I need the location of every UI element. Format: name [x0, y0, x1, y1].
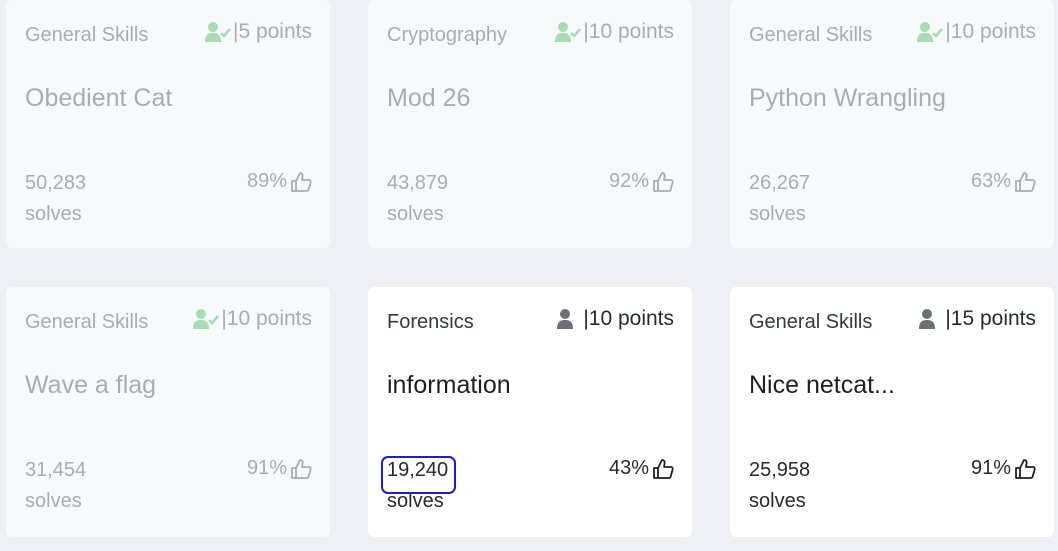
challenge-points: |10 points — [555, 20, 674, 44]
rating: 91% — [247, 457, 312, 480]
solves-label: solves — [387, 203, 444, 225]
challenge-points: |10 points — [193, 307, 312, 331]
challenge-card-information[interactable]: Forensics |10 points information 19,240 … — [368, 287, 692, 537]
challenge-title[interactable]: Python Wrangling — [749, 84, 946, 113]
points-label: |10 points — [945, 20, 1036, 43]
challenge-points: |10 points — [917, 20, 1036, 44]
user-check-icon — [555, 22, 582, 42]
solves-label: solves — [749, 203, 806, 225]
challenge-title[interactable]: Nice netcat... — [749, 371, 895, 400]
thumbs-up-icon[interactable] — [290, 458, 312, 480]
points-label: |10 points — [583, 20, 674, 43]
solves-label: solves — [749, 490, 806, 512]
rating: 43% — [609, 457, 674, 480]
solves-count: 26,267 — [749, 172, 811, 194]
challenge-title[interactable]: Mod 26 — [387, 84, 470, 113]
challenge-category: General Skills — [25, 24, 149, 46]
solves-count: 25,958 — [749, 459, 811, 481]
rating: 63% — [971, 170, 1036, 193]
rating: 89% — [247, 170, 312, 193]
rating-percent: 91% — [970, 457, 1011, 479]
challenge-card-mod-26[interactable]: Cryptography |10 points Mod 26 43,879 so… — [368, 0, 692, 248]
challenge-category: General Skills — [25, 311, 149, 333]
points-label: |15 points — [945, 307, 1036, 330]
points-label: |10 points — [221, 307, 312, 330]
thumbs-up-icon[interactable] — [652, 171, 674, 193]
challenge-points: |10 points — [555, 307, 674, 331]
user-icon — [919, 309, 936, 329]
challenge-category: General Skills — [749, 24, 873, 46]
challenge-title[interactable]: Obedient Cat — [25, 84, 172, 113]
challenge-category: General Skills — [749, 311, 873, 333]
challenge-points: |5 points — [204, 20, 312, 44]
rating-percent: 92% — [608, 170, 649, 192]
rating-percent: 89% — [246, 170, 287, 192]
solves-label: solves — [25, 203, 82, 225]
thumbs-up-icon[interactable] — [652, 458, 674, 480]
challenge-card-wave-a-flag[interactable]: General Skills |10 points Wave a flag 31… — [6, 287, 330, 537]
thumbs-up-icon[interactable] — [1014, 458, 1036, 480]
solves-count: 19,240 — [387, 459, 449, 481]
rating-percent: 91% — [246, 457, 287, 479]
challenge-points: |15 points — [917, 307, 1036, 331]
solves-count: 50,283 — [25, 172, 87, 194]
user-check-icon — [917, 22, 944, 42]
challenge-card-obedient-cat[interactable]: General Skills |5 points Obedient Cat 50… — [6, 0, 330, 248]
rating: 91% — [971, 457, 1036, 480]
thumbs-up-icon[interactable] — [1014, 171, 1036, 193]
challenge-category: Cryptography — [387, 24, 508, 46]
rating: 92% — [609, 170, 674, 193]
points-label: |5 points — [232, 20, 312, 43]
thumbs-up-icon[interactable] — [290, 171, 312, 193]
user-check-icon — [193, 309, 220, 329]
solves-count: 43,879 — [387, 172, 449, 194]
rating-percent: 43% — [608, 457, 649, 479]
challenge-title[interactable]: information — [387, 371, 511, 400]
challenge-card-nice-netcat[interactable]: General Skills |15 points Nice netcat...… — [730, 287, 1054, 537]
solves-label: solves — [387, 490, 444, 512]
solves-label: solves — [25, 490, 82, 512]
points-label: |10 points — [583, 307, 674, 330]
challenge-category: Forensics — [387, 311, 474, 333]
rating-percent: 63% — [970, 170, 1011, 192]
user-check-icon — [204, 22, 231, 42]
solves-count: 31,454 — [25, 459, 87, 481]
challenge-card-python-wrangling[interactable]: General Skills |10 points Python Wrangli… — [730, 0, 1054, 248]
challenge-title[interactable]: Wave a flag — [25, 371, 156, 400]
user-icon — [557, 309, 574, 329]
